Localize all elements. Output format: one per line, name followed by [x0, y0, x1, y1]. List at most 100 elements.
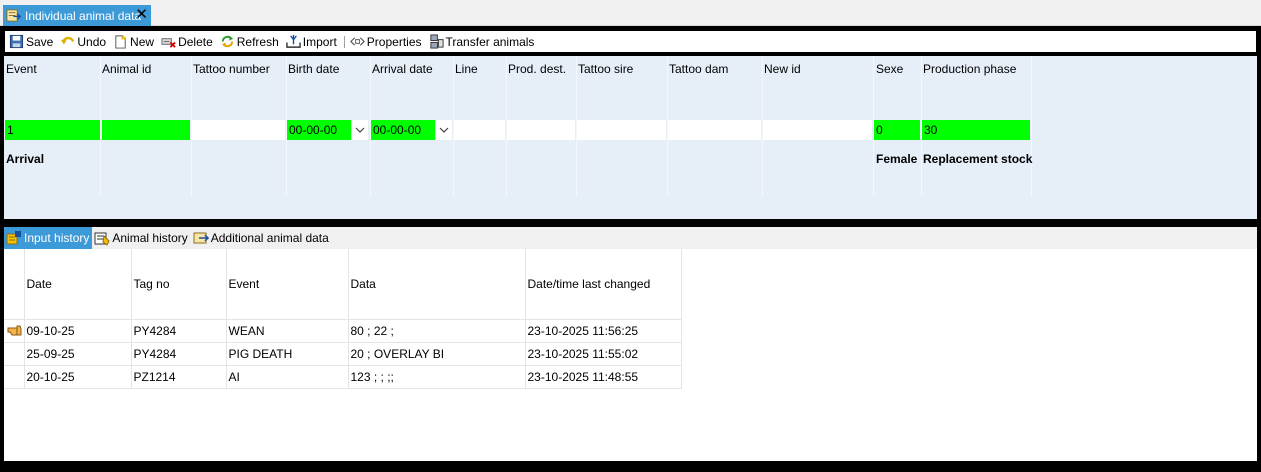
header-prod-dest: Prod. dest. [508, 62, 567, 76]
animal-id-field[interactable] [102, 120, 190, 140]
birth-date-field[interactable]: 00-00-00 [287, 120, 351, 140]
header-line: Line [455, 62, 478, 76]
animal-history-icon [94, 232, 110, 246]
floppy-disk-icon [9, 34, 24, 49]
header-animal-id: Animal id [102, 62, 152, 76]
arrival-date-dropdown[interactable] [435, 120, 452, 140]
chevron-down-icon [439, 127, 449, 133]
detail-tabs: Input history Animal history Additional … [4, 227, 1257, 249]
document-tab-strip: Individual animal data ✕ [0, 0, 1261, 26]
properties-label: Properties [366, 34, 422, 49]
input-history-table: Date Tag no Event Data Date/time last ch… [4, 249, 682, 389]
tab-input-history-label: Input history [24, 231, 90, 245]
chevron-down-icon [355, 127, 365, 133]
tab-animal-history[interactable]: Animal history [92, 227, 190, 249]
arrival-date-field[interactable]: 00-00-00 [371, 120, 435, 140]
import-icon [286, 34, 301, 48]
close-icon[interactable]: ✕ [135, 6, 148, 24]
sexe-field[interactable]: 0 [874, 120, 920, 140]
event-description: Arrival [6, 152, 45, 166]
table-row[interactable]: 09-10-25 PY4284 WEAN 80 ; 22 ; 23-10-202… [4, 319, 682, 343]
main-frame: Save Undo New Delete Refresh Import Prop… [0, 26, 1261, 472]
tab-input-history[interactable]: Input history [4, 227, 93, 249]
additional-data-icon [193, 232, 209, 244]
column-header-event[interactable]: Event [226, 249, 349, 320]
cell-tag-no: PZ1214 [131, 365, 227, 389]
new-id-field[interactable] [763, 120, 872, 140]
document-tab-title: Individual animal data [25, 8, 142, 23]
production-phase-description: Replacement stock [923, 152, 1033, 166]
transfer-animals-button[interactable]: Transfer animals [429, 32, 535, 51]
row-indicator-header [4, 249, 25, 320]
column-divider [1031, 56, 1032, 196]
column-header-date[interactable]: Date [24, 249, 132, 320]
new-document-icon [115, 34, 127, 49]
column-header-data[interactable]: Data [348, 249, 526, 320]
tattoo-dam-field[interactable] [668, 120, 761, 140]
line-field[interactable] [454, 120, 505, 140]
document-tab[interactable]: Individual animal data ✕ [3, 5, 151, 26]
header-sexe: Sexe [876, 62, 904, 76]
toolbar: Save Undo New Delete Refresh Import Prop… [5, 31, 1256, 52]
form-icon [6, 9, 21, 22]
prod-dest-field[interactable] [507, 120, 575, 140]
table-header-row: Date Tag no Event Data Date/time last ch… [4, 249, 682, 320]
tab-additional-animal-data-label: Additional animal data [210, 231, 329, 245]
new-label: New [130, 34, 155, 49]
cell-data: 20 ; OVERLAY BI [348, 342, 526, 366]
tab-animal-history-label: Animal history [112, 231, 188, 245]
cell-data: 123 ; ; ;; [348, 365, 526, 389]
tab-additional-animal-data[interactable]: Additional animal data [191, 227, 332, 249]
tattoo-number-field[interactable] [192, 120, 285, 140]
input-history-panel: Date Tag no Event Data Date/time last ch… [4, 249, 1257, 461]
refresh-button[interactable]: Refresh [220, 32, 279, 51]
transfer-animals-icon [429, 34, 444, 49]
event-field[interactable]: 1 [5, 120, 100, 140]
row-indicator [4, 319, 25, 343]
header-tattoo-dam: Tattoo dam [669, 62, 729, 76]
new-button[interactable]: New [113, 32, 154, 51]
cell-event: PIG DEATH [226, 342, 349, 366]
pointing-hand-icon [7, 325, 22, 336]
header-tattoo-number: Tattoo number [193, 62, 270, 76]
column-divider [100, 56, 101, 196]
undo-label: Undo [77, 34, 107, 49]
import-button[interactable]: Import [286, 32, 337, 51]
properties-button[interactable]: Properties [349, 32, 422, 51]
table-row[interactable]: 25-09-25 PY4284 PIG DEATH 20 ; OVERLAY B… [4, 342, 682, 366]
row-indicator [4, 342, 25, 366]
import-label: Import [302, 34, 337, 49]
cell-date: 25-09-25 [24, 342, 132, 366]
header-arrival-date: Arrival date [372, 62, 433, 76]
birth-date-dropdown[interactable] [351, 120, 368, 140]
refresh-icon [221, 35, 233, 48]
column-header-last-changed[interactable]: Date/time last changed [525, 249, 682, 320]
transfer-animals-label: Transfer animals [445, 34, 535, 49]
cell-date: 09-10-25 [24, 319, 132, 343]
tattoo-sire-field[interactable] [577, 120, 666, 140]
save-label: Save [26, 34, 54, 49]
column-header-tag-no[interactable]: Tag no [131, 249, 227, 320]
cell-tag-no: PY4284 [131, 342, 227, 366]
delete-label: Delete [178, 34, 213, 49]
cell-last-changed: 23-10-2025 11:48:55 [525, 365, 682, 389]
row-indicator [4, 365, 25, 389]
cell-last-changed: 23-10-2025 11:55:02 [525, 342, 682, 366]
sexe-description: Female [876, 152, 918, 166]
input-history-icon [6, 231, 21, 245]
header-production-phase: Production phase [923, 62, 1017, 76]
save-button[interactable]: Save [9, 32, 53, 51]
delete-button[interactable]: Delete [161, 32, 213, 51]
undo-button[interactable]: Undo [60, 32, 106, 51]
header-tattoo-sire: Tattoo sire [578, 62, 634, 76]
toolbar-separator [343, 35, 345, 48]
production-phase-field[interactable]: 30 [922, 120, 1030, 140]
table-row[interactable]: 20-10-25 PZ1214 AI 123 ; ; ;; 23-10-2025… [4, 365, 682, 389]
entry-grid: Event Animal id Tattoo number Birth date… [4, 56, 1257, 219]
cell-data: 80 ; 22 ; [348, 319, 526, 343]
cell-event: WEAN [226, 319, 349, 343]
cell-last-changed: 23-10-2025 11:56:25 [525, 319, 682, 343]
cell-event: AI [226, 365, 349, 389]
cell-date: 20-10-25 [24, 365, 132, 389]
header-event: Event [6, 62, 37, 76]
